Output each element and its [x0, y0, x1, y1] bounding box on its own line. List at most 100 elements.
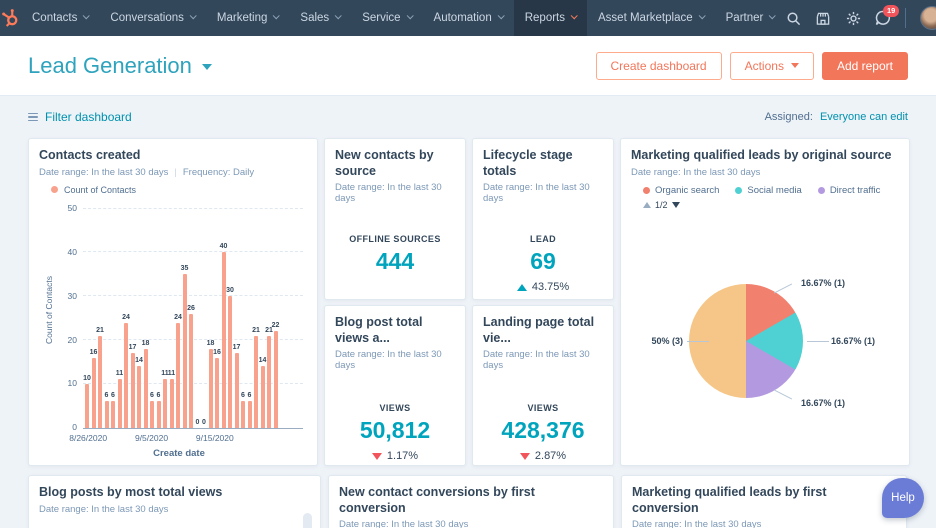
- bar-value-label: 14: [259, 357, 267, 364]
- nav-item-label: Reports: [525, 12, 565, 24]
- bar[interactable]: 16: [92, 209, 96, 428]
- hubspot-logo-icon[interactable]: [0, 0, 21, 36]
- x-axis-tick: 8/26/2020: [69, 433, 107, 443]
- bar[interactable]: 30: [228, 209, 232, 428]
- card-lifecycle-stage-totals: Lifecycle stage totals Date range: In th…: [472, 138, 614, 300]
- delta-value: 1.17%: [387, 450, 418, 462]
- bar[interactable]: 17: [235, 209, 239, 428]
- nav-item-conversations[interactable]: Conversations: [99, 0, 206, 36]
- bar[interactable]: 18: [144, 209, 148, 428]
- chevron-down-icon: [497, 12, 504, 19]
- legend-label: Direct traffic: [830, 185, 881, 196]
- chevron-down-icon: [406, 12, 413, 19]
- bar-rect: [157, 401, 161, 427]
- stat-value[interactable]: 50,812: [335, 417, 455, 444]
- bar[interactable]: 6: [111, 209, 115, 428]
- legend-item-social-media[interactable]: Social media: [735, 185, 801, 196]
- bar[interactable]: 6: [157, 209, 161, 428]
- card-title: Blog posts by most total views: [39, 485, 310, 501]
- bar[interactable]: 26: [189, 209, 193, 428]
- assigned-value-link[interactable]: Everyone can edit: [820, 111, 908, 123]
- bar-rect: [254, 336, 258, 428]
- bar[interactable]: 11: [170, 209, 174, 428]
- nav-item-label: Contacts: [32, 12, 77, 24]
- legend-item-organic-search[interactable]: Organic search: [643, 185, 719, 196]
- bar[interactable]: 11: [118, 209, 122, 428]
- search-icon[interactable]: [785, 10, 801, 26]
- stat-value[interactable]: 428,376: [483, 417, 603, 444]
- stat-value[interactable]: 444: [335, 248, 455, 275]
- bar-value-label: 0: [202, 419, 206, 426]
- card-scrollbar[interactable]: [303, 513, 312, 528]
- bar-rect: [105, 401, 109, 427]
- header-buttons: Create dashboard Actions Add report: [596, 52, 908, 80]
- nav-item-partner[interactable]: Partner: [715, 0, 786, 36]
- nav-item-reports[interactable]: Reports: [514, 0, 587, 36]
- nav-item-service[interactable]: Service: [351, 0, 422, 36]
- notifications-icon[interactable]: 19: [875, 10, 891, 26]
- bar[interactable]: 0: [196, 209, 200, 428]
- bar[interactable]: 11: [163, 209, 167, 428]
- marketplace-icon[interactable]: [815, 10, 831, 26]
- bar[interactable]: 6: [150, 209, 154, 428]
- chevron-down-icon: [769, 12, 776, 19]
- chevron-down-icon: [190, 12, 197, 19]
- legend-page-up-icon[interactable]: [643, 202, 651, 208]
- dashboard-title-dropdown[interactable]: Lead Generation: [28, 53, 212, 79]
- bar-rect: [163, 379, 167, 427]
- bar-rect: [144, 349, 148, 428]
- nav-item-sales[interactable]: Sales: [289, 0, 351, 36]
- date-range: Date range: In the last 30 days: [632, 519, 761, 528]
- filter-dashboard-button[interactable]: Filter dashboard: [28, 110, 132, 124]
- bar-rect: [248, 401, 252, 427]
- chevron-down-icon: [273, 12, 280, 19]
- card-new-contacts-by-source: New contacts by source Date range: In th…: [324, 138, 466, 300]
- bar[interactable]: 18: [209, 209, 213, 428]
- bar[interactable]: 14: [261, 209, 265, 428]
- bar[interactable]: 0: [202, 209, 206, 428]
- avatar[interactable]: [920, 6, 936, 30]
- bar[interactable]: 21: [267, 209, 271, 428]
- nav-item-asset-marketplace[interactable]: Asset Marketplace: [587, 0, 715, 36]
- bar[interactable]: 10: [85, 209, 89, 428]
- bar-rect: [222, 252, 226, 427]
- bar-rect: [261, 366, 265, 427]
- legend-item-direct-traffic[interactable]: Direct traffic: [818, 185, 881, 196]
- bar[interactable]: 6: [248, 209, 252, 428]
- page-title: Lead Generation: [28, 53, 192, 79]
- add-report-button[interactable]: Add report: [822, 52, 908, 80]
- legend-item-count-of-contacts[interactable]: Count of Contacts: [51, 185, 307, 195]
- bar[interactable]: 35: [183, 209, 187, 428]
- help-button[interactable]: Help: [882, 478, 924, 518]
- bar[interactable]: 24: [124, 209, 128, 428]
- bar[interactable]: 6: [105, 209, 109, 428]
- bar[interactable]: 40: [222, 209, 226, 428]
- bar[interactable]: 24: [176, 209, 180, 428]
- nav-item-marketing[interactable]: Marketing: [206, 0, 290, 36]
- bar[interactable]: 17: [131, 209, 135, 428]
- date-range: Date range: In the last 30 days: [335, 349, 455, 371]
- stat-value[interactable]: 69: [483, 248, 603, 275]
- bar[interactable]: 14: [137, 209, 141, 428]
- card-new-contact-conversions: New contact conversions by first convers…: [328, 475, 614, 528]
- bar[interactable]: 21: [98, 209, 102, 428]
- delta-value: 43.75%: [532, 281, 569, 293]
- bar[interactable]: 16: [215, 209, 219, 428]
- settings-icon[interactable]: [845, 10, 861, 26]
- bar-value-label: 24: [122, 314, 130, 321]
- stat-label: VIEWS: [483, 403, 603, 413]
- bar[interactable]: 21: [254, 209, 258, 428]
- assigned-info: Assigned: Everyone can edit: [765, 111, 908, 123]
- actions-button[interactable]: Actions: [730, 52, 814, 80]
- create-dashboard-button[interactable]: Create dashboard: [596, 52, 722, 80]
- nav-item-automation[interactable]: Automation: [423, 0, 514, 36]
- top-nav: Contacts ConversationsMarketingSalesServi…: [0, 0, 936, 36]
- bar[interactable]: 6: [241, 209, 245, 428]
- legend-page-down-icon[interactable]: [672, 202, 680, 208]
- bar-value-label: 6: [111, 392, 115, 399]
- bar-value-label: 21: [252, 327, 260, 334]
- bar[interactable]: 22: [274, 209, 278, 428]
- bars-container: 1016216611241714186611112435260018164030…: [85, 209, 275, 428]
- nav-item-contacts[interactable]: Contacts: [21, 0, 99, 36]
- card-title: Blog post total views a...: [335, 315, 455, 346]
